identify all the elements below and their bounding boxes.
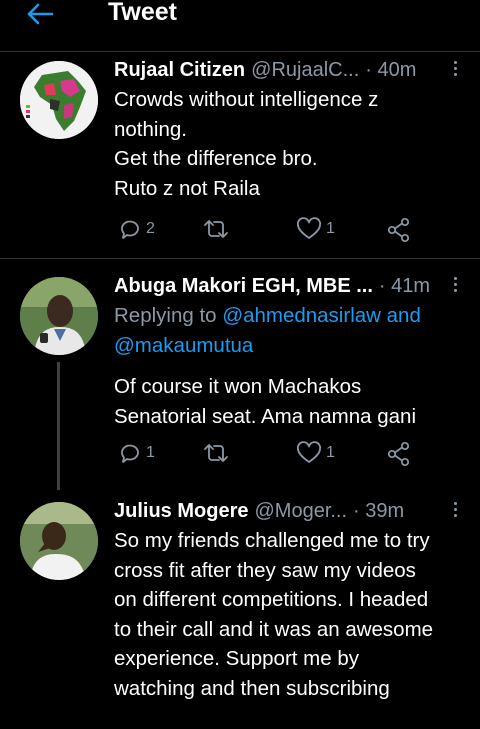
back-button[interactable] [26,0,58,28]
more-options-button[interactable] [448,502,462,522]
tweet-meta: Abuga Makori EGH, MBE ... · 41m [114,273,458,299]
thread-line [57,362,60,490]
heart-icon [297,441,321,463]
top-bar: Tweet [0,0,480,52]
like-count: 1 [326,220,335,237]
tweet-actions: 1 1 [114,441,414,471]
more-vertical-icon [453,277,457,280]
tweet-text-line: So my friends challenged me to try [114,529,430,552]
reply-icon [121,444,139,463]
tweet-text-line: Of course it won Machakos [114,375,362,398]
share-icon [387,441,410,467]
like-button[interactable]: 1 [296,441,335,465]
tweet-text-line: Get the difference bro. [114,147,318,170]
reply-count: 1 [146,444,155,461]
africa-map-avatar-image [20,61,98,139]
profile-photo-image [20,502,98,580]
profile-photo-image [20,277,98,355]
tweet-text: Of course it won Machakos Senatorial sea… [114,372,458,431]
reply-count: 2 [146,220,155,237]
retweet-button[interactable] [202,441,230,465]
more-options-button[interactable] [448,61,462,81]
like-count: 1 [326,444,335,461]
tweet-text-line: to their call and it was an awesome [114,617,434,641]
reply-button[interactable]: 1 [118,441,155,465]
tweet[interactable]: Abuga Makori EGH, MBE ... · 41m Replying… [0,260,480,490]
tweet-actions: 2 1 [114,217,414,247]
tweet-text-line: experience. Support me by [114,647,359,670]
retweet-icon [204,220,228,238]
tweet-text-line: on different competitions. I headed [114,588,429,611]
username[interactable]: @RujaalC... [251,57,359,83]
timestamp: · 39m [353,500,405,522]
tweet-text-line: watching and then subscribing [114,676,390,700]
reply-icon [121,220,139,239]
arrow-left-icon [27,3,54,25]
mention-link[interactable]: @ahmednasirlaw and [222,304,421,327]
tweet[interactable]: Rujaal Citizen @RujaalC... · 40m Crowds … [0,53,480,259]
replying-to: Replying to @ahmednasirlaw and @makaumut… [114,301,458,360]
username[interactable]: @Moger... [254,498,347,524]
more-vertical-icon [453,61,457,64]
more-options-button[interactable] [448,277,462,297]
heart-icon [297,217,321,239]
retweet-button[interactable] [202,217,230,241]
retweet-icon [204,444,228,462]
display-name[interactable]: Rujaal Citizen [114,57,245,83]
more-vertical-icon [453,502,457,505]
reply-button[interactable]: 2 [118,217,155,241]
share-icon [387,217,410,243]
share-button[interactable] [386,441,412,467]
tweet-meta: Rujaal Citizen @RujaalC... · 40m [114,57,458,83]
display-name[interactable]: Abuga Makori EGH, MBE ... [114,273,373,299]
like-button[interactable]: 1 [296,217,335,241]
avatar[interactable] [20,277,98,355]
timestamp: · 41m [378,275,431,297]
avatar[interactable] [20,502,98,580]
tweet-text: Crowds without intelligence z nothing. G… [114,85,458,203]
share-button[interactable] [386,217,412,243]
tweet-text-line: cross fit after they saw my videos [114,558,416,582]
replying-to-label: Replying to [114,304,217,327]
tweet[interactable]: Julius Mogere @Moger... · 39m So my frie… [0,490,480,729]
display-name[interactable]: Julius Mogere [114,498,248,524]
tweet-text-line: Ruto z not Raila [114,176,260,200]
timestamp: · 40m [365,59,417,81]
tweet-meta: Julius Mogere @Moger... · 39m [114,498,458,524]
avatar[interactable] [20,61,98,139]
mention-link[interactable]: @makaumutua [114,334,253,357]
tweet-text-line: Crowds without intelligence z [114,88,379,111]
page-title: Tweet [108,0,177,26]
tweet-text: So my friends challenged me to try cross… [114,526,458,703]
tweet-text-line: nothing. [114,117,187,141]
tweet-text-line: Senatorial seat. Ama namna gani [114,404,416,428]
